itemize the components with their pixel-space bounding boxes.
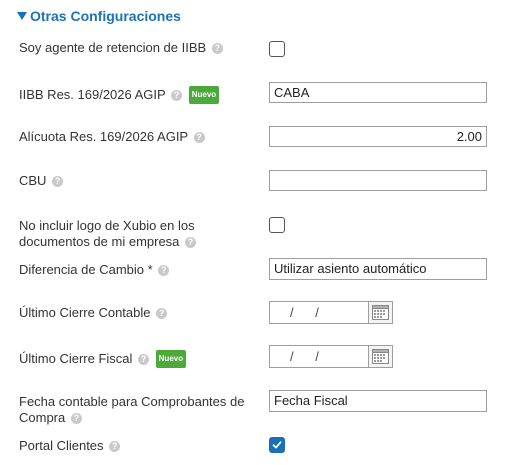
cierre-contable-input[interactable]: / / [269,301,368,324]
help-icon[interactable]: ? [185,237,197,248]
cierre-contable-label: Último Cierre Contable ? [19,305,168,321]
fecha-contable-select[interactable]: Fecha Fiscal [269,390,487,412]
calendar-button[interactable] [368,345,393,368]
caret-down-icon [17,12,27,20]
help-icon[interactable]: ? [193,132,205,143]
iibb-res-label: IIBB Res. 169/2026 AGIP ? Nuevo [19,86,220,104]
help-icon[interactable]: ? [109,441,121,452]
help-icon[interactable]: ? [171,90,183,101]
help-icon[interactable]: ? [211,43,223,54]
alicuota-input[interactable]: 2.00 [269,126,487,147]
cbu-input[interactable] [269,170,487,191]
calendar-icon [372,305,389,320]
iibb-res-input[interactable]: CABA [269,82,487,103]
help-icon[interactable]: ? [70,413,82,424]
alicuota-label: Alícuota Res. 169/2026 AGIP ? [19,129,205,145]
new-badge: Nuevo [155,350,187,368]
help-icon[interactable]: ? [156,308,168,319]
diferencia-cambio-label: Diferencia de Cambio * ? [19,262,170,278]
help-icon[interactable]: ? [52,176,64,187]
check-icon [272,441,282,449]
calendar-icon [372,349,389,364]
new-badge: Nuevo [188,86,220,104]
portal-clientes-checkbox[interactable] [269,437,285,453]
cbu-label: CBU ? [19,173,64,189]
section-toggle[interactable]: Otras Configuraciones [17,8,181,24]
iibb-agent-checkbox[interactable] [269,41,285,57]
calendar-button[interactable] [368,301,393,324]
cierre-contable-date: / / [269,301,393,324]
no-logo-checkbox[interactable] [269,217,285,233]
cierre-fiscal-date: / / [269,345,393,368]
help-icon[interactable]: ? [158,265,170,276]
cierre-fiscal-label: Último Cierre Fiscal ? Nuevo [19,350,187,368]
fecha-contable-label: Fecha contable para Comprobantes de Comp… [19,394,245,425]
diferencia-cambio-select[interactable]: Utilizar asiento automático [269,258,487,280]
no-logo-label: No incluir logo de Xubio en los document… [19,218,197,249]
help-icon[interactable]: ? [138,354,150,365]
iibb-agent-label: Soy agente de retencion de IIBB ? [19,40,223,56]
portal-clientes-label: Portal Clientes ? [19,438,121,454]
cierre-fiscal-input[interactable]: / / [269,345,368,368]
section-title: Otras Configuraciones [30,8,181,24]
